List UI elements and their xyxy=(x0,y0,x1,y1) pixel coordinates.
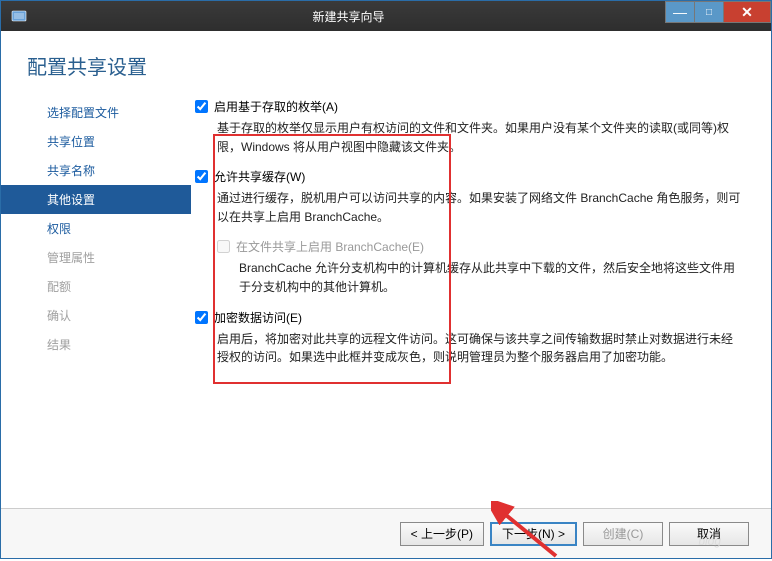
sidebar-item-profile[interactable]: 选择配置文件 xyxy=(1,98,191,127)
option-encrypt: 加密数据访问(E) xyxy=(195,309,743,326)
desc-abe: 基于存取的枚举仅显示用户有权访问的文件和文件夹。如果用户没有某个文件夹的读取(或… xyxy=(195,117,743,168)
footer: < 上一步(P) 下一步(N) > 创建(C) 取消 blog xyxy=(1,508,771,558)
checkbox-abe[interactable] xyxy=(195,100,208,113)
window-controls: — □ ✕ xyxy=(666,1,771,23)
wizard-window: 新建共享向导 — □ ✕ 配置共享设置 选择配置文件 共享位置 共享名称 其他设… xyxy=(0,0,772,559)
label-branchcache: 在文件共享上启用 BranchCache(E) xyxy=(236,238,424,255)
page-header: 配置共享设置 xyxy=(1,31,771,94)
desc-encrypt: 启用后，将加密对此共享的远程文件访问。这可确保与该共享之间传输数据时禁止对数据进… xyxy=(195,328,743,379)
page-title: 配置共享设置 xyxy=(27,51,771,80)
sidebar: 选择配置文件 共享位置 共享名称 其他设置 权限 管理属性 配额 确认 结果 xyxy=(1,94,191,508)
checkbox-cache[interactable] xyxy=(195,170,208,183)
main-area: 选择配置文件 共享位置 共享名称 其他设置 权限 管理属性 配额 确认 结果 启… xyxy=(1,94,771,508)
checkbox-branchcache xyxy=(217,240,230,253)
label-abe[interactable]: 启用基于存取的枚举(A) xyxy=(214,98,338,115)
body: 配置共享设置 选择配置文件 共享位置 共享名称 其他设置 权限 管理属性 配额 … xyxy=(1,31,771,558)
option-abe: 启用基于存取的枚举(A) xyxy=(195,98,743,115)
next-button[interactable]: 下一步(N) > xyxy=(490,522,577,546)
label-cache[interactable]: 允许共享缓存(W) xyxy=(214,168,305,185)
app-icon xyxy=(7,4,31,28)
cancel-button[interactable]: 取消 xyxy=(669,522,749,546)
close-button[interactable]: ✕ xyxy=(723,1,771,23)
sidebar-item-permissions[interactable]: 权限 xyxy=(1,214,191,243)
create-button: 创建(C) xyxy=(583,522,663,546)
content-pane: 启用基于存取的枚举(A) 基于存取的枚举仅显示用户有权访问的文件和文件夹。如果用… xyxy=(191,94,771,508)
sidebar-item-location[interactable]: 共享位置 xyxy=(1,127,191,156)
minimize-button[interactable]: — xyxy=(665,1,695,23)
option-branchcache: 在文件共享上启用 BranchCache(E) xyxy=(195,238,743,255)
maximize-button[interactable]: □ xyxy=(694,1,724,23)
sidebar-item-quota: 配额 xyxy=(1,272,191,301)
option-cache: 允许共享缓存(W) xyxy=(195,168,743,185)
label-encrypt[interactable]: 加密数据访问(E) xyxy=(214,309,302,326)
prev-button[interactable]: < 上一步(P) xyxy=(400,522,484,546)
sidebar-item-confirm: 确认 xyxy=(1,301,191,330)
window-title: 新建共享向导 xyxy=(31,8,666,25)
checkbox-encrypt[interactable] xyxy=(195,311,208,324)
sidebar-item-other-settings[interactable]: 其他设置 xyxy=(1,185,191,214)
sidebar-item-mgmt: 管理属性 xyxy=(1,243,191,272)
sidebar-item-results: 结果 xyxy=(1,330,191,359)
desc-cache: 通过进行缓存，脱机用户可以访问共享的内容。如果安装了网络文件 BranchCac… xyxy=(195,187,743,238)
titlebar: 新建共享向导 — □ ✕ xyxy=(1,1,771,31)
desc-branchcache: BranchCache 允许分支机构中的计算机缓存从此共享中下载的文件，然后安全… xyxy=(195,257,743,308)
sidebar-item-name[interactable]: 共享名称 xyxy=(1,156,191,185)
